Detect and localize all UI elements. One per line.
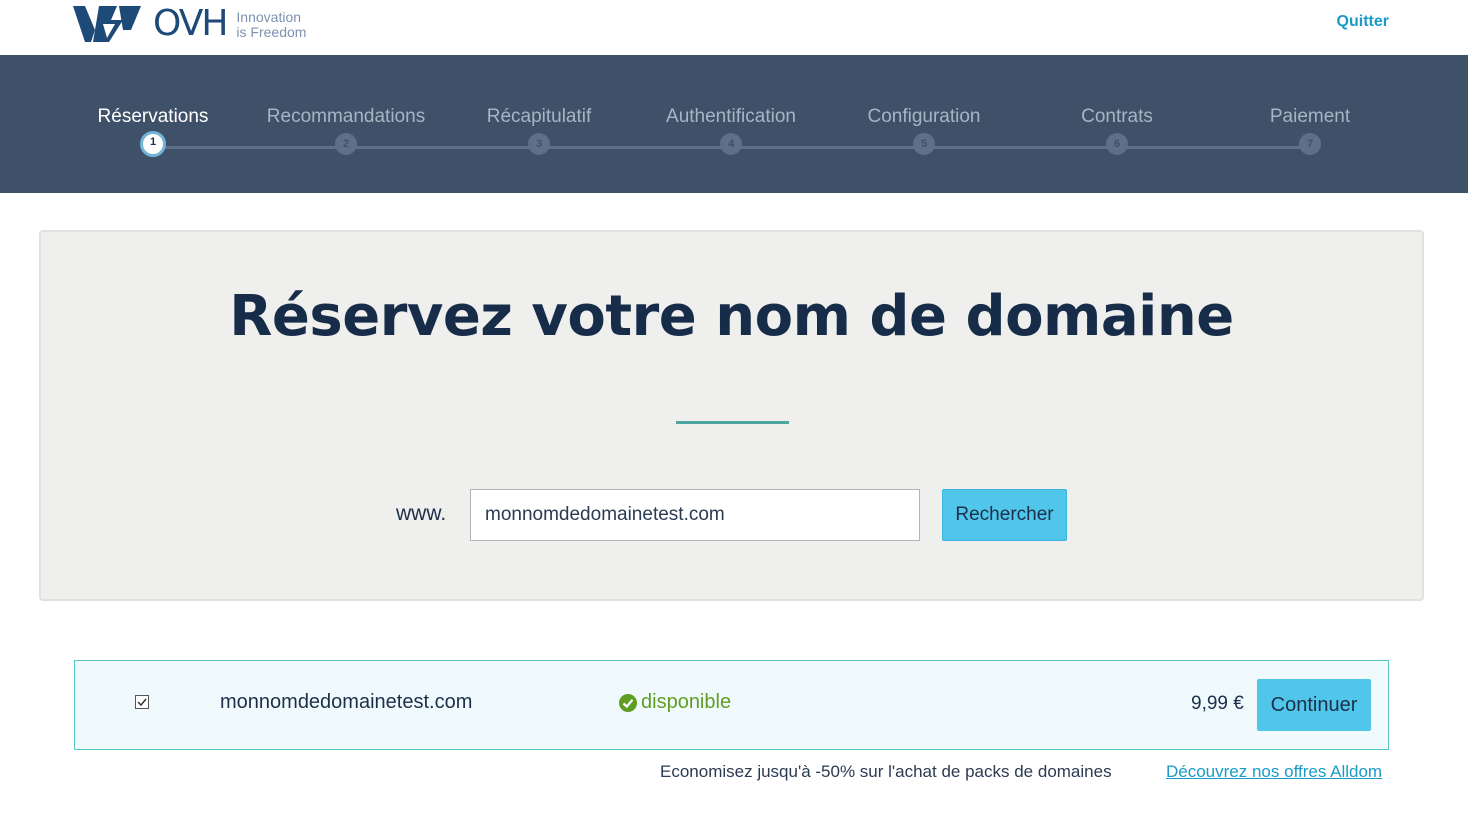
check-circle-icon	[619, 693, 637, 712]
step-paiement[interactable]: Paiement 7	[1210, 103, 1410, 155]
step-label: Récapitulatif	[486, 106, 592, 127]
quit-link[interactable]: Quitter	[1337, 13, 1389, 31]
step-number: 6	[1106, 133, 1128, 155]
top-header: OVH Innovation is Freedom Quitter	[0, 0, 1468, 55]
step-label: Contrats	[1081, 106, 1153, 127]
brand-tagline: Innovation is Freedom	[236, 10, 306, 40]
availability-status: disponible	[619, 691, 731, 714]
continue-button[interactable]: Continuer	[1257, 679, 1371, 731]
domain-search-panel: Réservez votre nom de domaine www. Reche…	[39, 230, 1424, 601]
ovh-logo-icon	[73, 6, 141, 42]
tagline-line-1: Innovation	[236, 9, 302, 25]
step-recommandations[interactable]: Recommandations 2	[246, 103, 446, 155]
step-number: 4	[720, 133, 742, 155]
promo-text: Economisez jusqu'à -50% sur l'achat de p…	[660, 762, 1112, 781]
title-divider	[676, 421, 789, 424]
step-recapitulatif[interactable]: Récapitulatif 3	[439, 103, 639, 155]
brand-name: OVH	[153, 3, 228, 44]
step-authentification[interactable]: Authentification 4	[631, 103, 831, 155]
domain-search-input[interactable]	[470, 489, 920, 541]
step-number: 3	[528, 133, 550, 155]
domain-result-row: monnomdedomainetest.com disponible 9,99 …	[74, 660, 1389, 750]
step-label: Recommandations	[266, 106, 426, 127]
result-domain-name: monnomdedomainetest.com	[220, 691, 473, 713]
step-configuration[interactable]: Configuration 5	[824, 103, 1024, 155]
step-number: 5	[913, 133, 935, 155]
tagline-line-2: is Freedom	[236, 24, 307, 40]
step-number: 1	[140, 131, 166, 157]
step-number: 2	[335, 133, 357, 155]
alldom-offers-link[interactable]: Découvrez nos offres Alldom	[1166, 762, 1382, 782]
www-prefix: www.	[396, 502, 447, 525]
order-steps: Réservations 1 Recommandations 2 Récapit…	[0, 55, 1468, 193]
step-label: Réservations	[97, 106, 209, 127]
step-reservations[interactable]: Réservations 1	[53, 103, 253, 157]
page-title: Réservez votre nom de domaine	[229, 284, 1234, 349]
step-contrats[interactable]: Contrats 6	[1017, 103, 1217, 155]
availability-label: disponible	[641, 691, 732, 713]
step-label: Paiement	[1269, 106, 1351, 127]
step-number: 7	[1299, 133, 1321, 155]
step-label: Authentification	[666, 106, 796, 127]
ovh-logo[interactable]: OVH Innovation is Freedom	[73, 4, 306, 44]
check-icon	[137, 698, 147, 707]
step-label: Configuration	[867, 106, 981, 127]
select-domain-checkbox[interactable]	[135, 695, 149, 709]
domain-price: 9,99 €	[1191, 693, 1244, 714]
search-button[interactable]: Rechercher	[942, 489, 1067, 541]
